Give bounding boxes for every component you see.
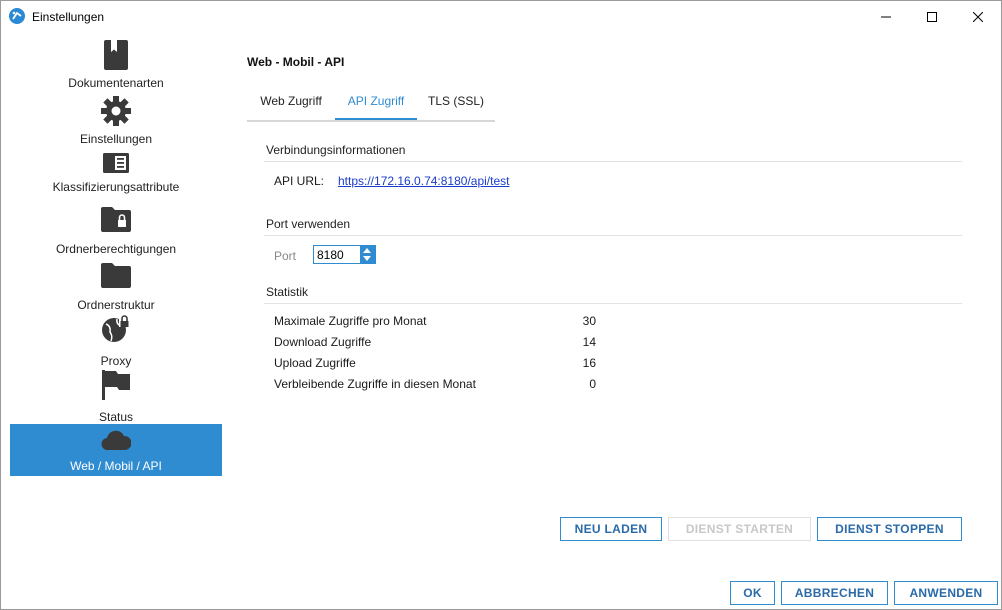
arrow-up-icon[interactable] [363, 248, 371, 253]
stat-label: Upload Zugriffe [274, 356, 356, 370]
tab-bar: Web Zugriff API Zugriff TLS (SSL) [247, 89, 495, 122]
minimize-button[interactable] [863, 1, 909, 32]
api-url-link[interactable]: https://172.16.0.74:8180/api/test [338, 174, 509, 188]
apply-button[interactable]: ANWENDEN [894, 581, 998, 605]
tab-api-zugriff[interactable]: API Zugriff [335, 89, 417, 120]
divider [264, 161, 962, 162]
sidebar-item-einstellungen[interactable]: Einstellungen [10, 94, 222, 150]
stat-row: Maximale Zugriffe pro Monat 30 [274, 314, 604, 334]
stat-label: Maximale Zugriffe pro Monat [274, 314, 427, 328]
sidebar-item-ordnerstruktur[interactable]: Ordnerstruktur [10, 256, 222, 312]
ok-button[interactable]: OK [730, 581, 775, 605]
bookmark-book-icon [101, 40, 131, 70]
cancel-button[interactable]: ABBRECHEN [781, 581, 888, 605]
globe-lock-icon [101, 314, 131, 344]
reload-button[interactable]: NEU LADEN [560, 517, 662, 541]
divider [264, 303, 962, 304]
divider [264, 235, 962, 236]
stat-value: 30 [582, 314, 596, 328]
stat-value: 16 [582, 356, 596, 370]
settings-window: Einstellungen Dokumentenarten Einstellun… [0, 0, 1002, 610]
stat-value: 0 [589, 377, 596, 391]
section-title-verbindung: Verbindungsinformationen [266, 143, 406, 157]
sidebar-item-status[interactable]: Status [10, 368, 222, 424]
app-logo-icon [9, 8, 25, 24]
sidebar-item-label: Status [98, 410, 134, 424]
folder-lock-icon [101, 204, 131, 234]
sidebar-item-dokumentenarten[interactable]: Dokumentenarten [10, 38, 222, 94]
stat-row: Download Zugriffe 14 [274, 335, 604, 355]
flag-icon [101, 370, 131, 400]
tab-web-zugriff[interactable]: Web Zugriff [247, 89, 335, 118]
port-input[interactable] [314, 246, 361, 263]
sidebar-item-label: Klassifizierungsattribute [52, 180, 180, 194]
gear-icon [101, 96, 131, 126]
title-bar: Einstellungen [1, 1, 1001, 32]
section-title-port: Port verwenden [266, 217, 351, 231]
stepper-arrows[interactable] [360, 246, 375, 263]
maximize-button[interactable] [909, 1, 955, 32]
cloud-icon [101, 428, 131, 452]
folder-icon [101, 260, 131, 290]
stat-label: Verbleibende Zugriffe in diesen Monat [274, 377, 476, 391]
stat-value: 14 [582, 335, 596, 349]
section-title-statistik: Statistik [266, 285, 309, 299]
sidebar-item-label: Ordnerberechtigungen [55, 242, 177, 256]
sidebar-item-label: Einstellungen [79, 132, 153, 146]
port-label: Port [274, 249, 297, 263]
start-service-button[interactable]: DIENST STARTEN [668, 517, 811, 541]
sidebar-item-label: Proxy [100, 354, 132, 368]
sidebar-item-ordnerberechtigungen[interactable]: Ordnerberechtigungen [10, 200, 222, 256]
sidebar-item-label: Web / Mobil / API [70, 459, 162, 473]
window-title: Einstellungen [32, 10, 105, 24]
close-icon [973, 11, 983, 22]
stat-row: Upload Zugriffe 16 [274, 356, 604, 376]
stop-service-button[interactable]: DIENST STOPPEN [817, 517, 962, 541]
stat-label: Download Zugriffe [274, 335, 372, 349]
tab-tls-ssl[interactable]: TLS (SSL) [417, 89, 495, 118]
maximize-icon [927, 11, 937, 22]
page-title: Web - Mobil - API [247, 55, 345, 69]
sidebar-item-proxy[interactable]: Proxy [10, 312, 222, 368]
sidebar-item-web-mobil-api[interactable]: Web / Mobil / API [10, 424, 222, 476]
arrow-down-icon[interactable] [363, 256, 371, 261]
minimize-icon [881, 16, 891, 17]
close-button[interactable] [955, 1, 1001, 32]
sidebar-item-label: Dokumentenarten [68, 76, 164, 90]
sidebar-item-klassifizierungsattribute[interactable]: Klassifizierungsattribute [10, 150, 222, 200]
api-url-label: API URL: [274, 174, 325, 188]
port-stepper[interactable] [313, 245, 376, 264]
list-card-icon [101, 152, 131, 174]
sidebar-item-label: Ordnerstruktur [77, 298, 155, 312]
stat-row: Verbleibende Zugriffe in diesen Monat 0 [274, 377, 604, 397]
